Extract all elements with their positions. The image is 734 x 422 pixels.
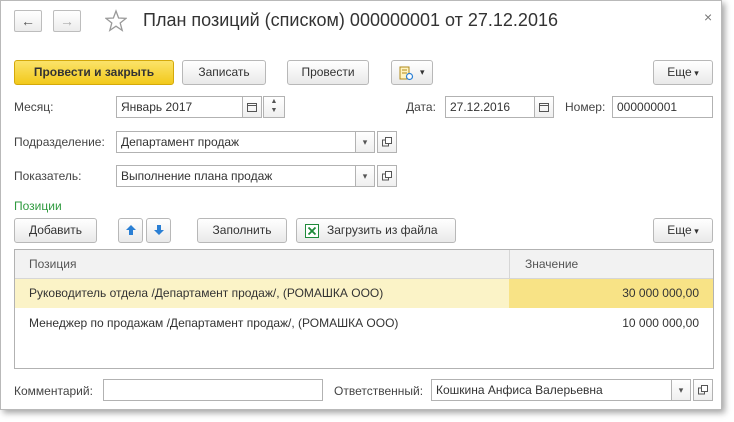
arrow-down-icon	[153, 225, 164, 235]
dropdown-icon: ▾	[362, 171, 368, 181]
column-header-value[interactable]: Значение	[525, 257, 578, 271]
month-field[interactable]: Январь 2017	[116, 96, 243, 118]
more-label: Еще	[667, 65, 692, 79]
move-up-button[interactable]	[118, 218, 143, 243]
indicator-open-button[interactable]	[377, 165, 397, 187]
calendar-icon	[539, 103, 549, 112]
move-down-button[interactable]	[146, 218, 171, 243]
row-value: 30 000 000,00	[622, 286, 699, 300]
excel-icon	[305, 224, 319, 238]
arrow-up-icon	[125, 225, 136, 235]
report-menu-button[interactable]: ▾	[391, 60, 433, 85]
spin-icon: ▲ ▼	[270, 98, 278, 114]
responsible-open-button[interactable]	[693, 379, 713, 401]
positions-more-label: Еще	[667, 223, 692, 237]
indicator-field[interactable]: Выполнение плана продаж	[116, 165, 356, 187]
more-button[interactable]: Еще	[653, 60, 713, 85]
department-dropdown-button[interactable]: ▾	[355, 131, 375, 153]
add-button[interactable]: Добавить	[14, 218, 97, 243]
positions-more-button[interactable]: Еще	[653, 218, 713, 243]
dropdown-icon: ▾	[362, 137, 368, 147]
page-title: План позиций (списком) 000000001 от 27.1…	[143, 10, 558, 30]
positions-table[interactable]: Позиция Значение Руководитель отдела /Де…	[14, 249, 714, 369]
table-row[interactable]: Менеджер по продажам /Департамент продаж…	[15, 309, 713, 338]
open-icon	[698, 385, 708, 395]
responsible-dropdown-button[interactable]: ▾	[671, 379, 691, 401]
load-from-file-label: Загрузить из файла	[327, 223, 438, 237]
fill-button[interactable]: Заполнить	[197, 218, 287, 243]
open-icon	[382, 171, 392, 181]
chevron-down-icon: ▾	[420, 67, 425, 77]
forward-arrow-icon: →	[60, 13, 74, 29]
number-label: Номер:	[565, 100, 606, 114]
table-header: Позиция Значение	[15, 250, 713, 279]
calendar-icon	[247, 103, 257, 112]
back-arrow-icon: ←	[21, 13, 35, 29]
page: ← → План позиций (списком) 000000001 от …	[0, 0, 734, 422]
date-calendar-button[interactable]	[534, 96, 554, 118]
calendar-button[interactable]	[242, 96, 262, 118]
responsible-label: Ответственный:	[334, 384, 424, 398]
responsible-field[interactable]: Кошкина Анфиса Валерьевна	[431, 379, 672, 401]
positions-section-title: Позиции	[14, 199, 62, 213]
document-window: ← → План позиций (списком) 000000001 от …	[0, 0, 722, 410]
back-button[interactable]: ←	[14, 10, 42, 32]
department-label: Подразделение:	[14, 135, 105, 149]
save-button[interactable]: Записать	[182, 60, 266, 85]
column-header-position[interactable]: Позиция	[29, 257, 76, 271]
department-open-button[interactable]	[377, 131, 397, 153]
post-and-close-button[interactable]: Провести и закрыть	[14, 60, 174, 85]
date-field[interactable]: 27.12.2016	[445, 96, 535, 118]
date-label: Дата:	[406, 100, 436, 114]
month-label: Месяц:	[14, 100, 54, 114]
forward-button[interactable]: →	[53, 10, 81, 32]
load-from-file-button[interactable]: Загрузить из файла	[296, 218, 456, 243]
indicator-label: Показатель:	[14, 169, 82, 183]
row-position: Менеджер по продажам /Департамент продаж…	[29, 316, 399, 330]
month-spin-button[interactable]: ▲ ▼	[263, 96, 285, 118]
close-icon[interactable]: ×	[704, 9, 712, 25]
indicator-dropdown-button[interactable]: ▾	[355, 165, 375, 187]
post-button[interactable]: Провести	[287, 60, 369, 85]
row-value: 10 000 000,00	[622, 316, 699, 330]
number-field[interactable]: 000000001	[612, 96, 713, 118]
comment-label: Комментарий:	[14, 384, 93, 398]
row-position: Руководитель отдела /Департамент продаж/…	[29, 286, 384, 300]
comment-field[interactable]	[103, 379, 323, 401]
department-field[interactable]: Департамент продаж	[116, 131, 356, 153]
star-icon[interactable]	[105, 9, 127, 33]
open-icon	[382, 137, 392, 147]
column-separator	[509, 250, 510, 278]
table-row[interactable]: Руководитель отдела /Департамент продаж/…	[15, 279, 713, 308]
report-icon	[399, 66, 414, 81]
dropdown-icon: ▾	[678, 385, 684, 395]
